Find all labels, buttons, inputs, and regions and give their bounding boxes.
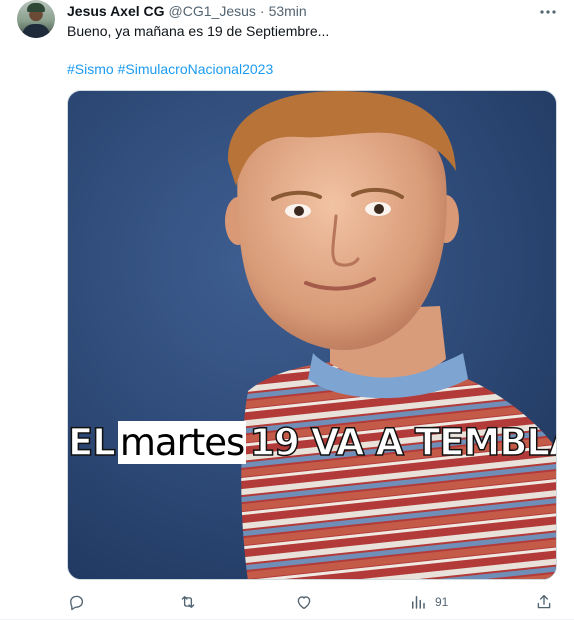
share-icon bbox=[535, 593, 553, 611]
views-count: 91 bbox=[435, 595, 449, 609]
timestamp[interactable]: 53min bbox=[269, 2, 307, 20]
caption-word-martes: martes bbox=[117, 421, 247, 464]
reply-button[interactable] bbox=[67, 592, 85, 612]
avatar[interactable] bbox=[17, 0, 55, 38]
reply-icon bbox=[67, 593, 85, 611]
caption-word-el: EL bbox=[68, 420, 117, 465]
meme-caption: ELmartes19 VA A TEMBLAR bbox=[68, 420, 556, 465]
display-name[interactable]: Jesus Axel CG bbox=[67, 2, 165, 20]
like-icon bbox=[295, 593, 313, 611]
avatar-cap bbox=[27, 3, 45, 12]
hashtag-link[interactable]: #Sismo bbox=[67, 61, 114, 77]
more-dots-icon bbox=[540, 1, 556, 19]
user-handle[interactable]: @CG1_Jesus bbox=[169, 2, 256, 20]
hashtag-link[interactable]: #SimulacroNacional2023 bbox=[118, 61, 274, 77]
meme-photo bbox=[68, 91, 556, 579]
tweet-actions: 91 bbox=[67, 592, 557, 612]
retweet-button[interactable] bbox=[178, 592, 198, 612]
views-button[interactable]: 91 bbox=[409, 592, 448, 612]
share-button[interactable] bbox=[535, 592, 553, 612]
retweet-icon bbox=[178, 593, 198, 611]
tweet-text: Bueno, ya mañana es 19 de Septiembre... bbox=[67, 23, 330, 39]
tweet[interactable]: Jesus Axel CG @CG1_Jesus · 53min Bueno, … bbox=[0, 0, 574, 620]
caption-rest: 19 VA A TEMBLAR bbox=[249, 420, 556, 465]
tweet-hashtags: #Sismo #SimulacroNacional2023 bbox=[67, 60, 273, 78]
like-button[interactable] bbox=[295, 592, 313, 612]
views-icon bbox=[409, 593, 427, 611]
avatar-shirt bbox=[22, 24, 50, 38]
tweet-header: Jesus Axel CG @CG1_Jesus · 53min bbox=[67, 2, 307, 20]
more-options-button[interactable] bbox=[538, 2, 558, 18]
tweet-media-image[interactable]: ELmartes19 VA A TEMBLAR bbox=[67, 90, 557, 580]
separator-dot: · bbox=[259, 3, 265, 19]
